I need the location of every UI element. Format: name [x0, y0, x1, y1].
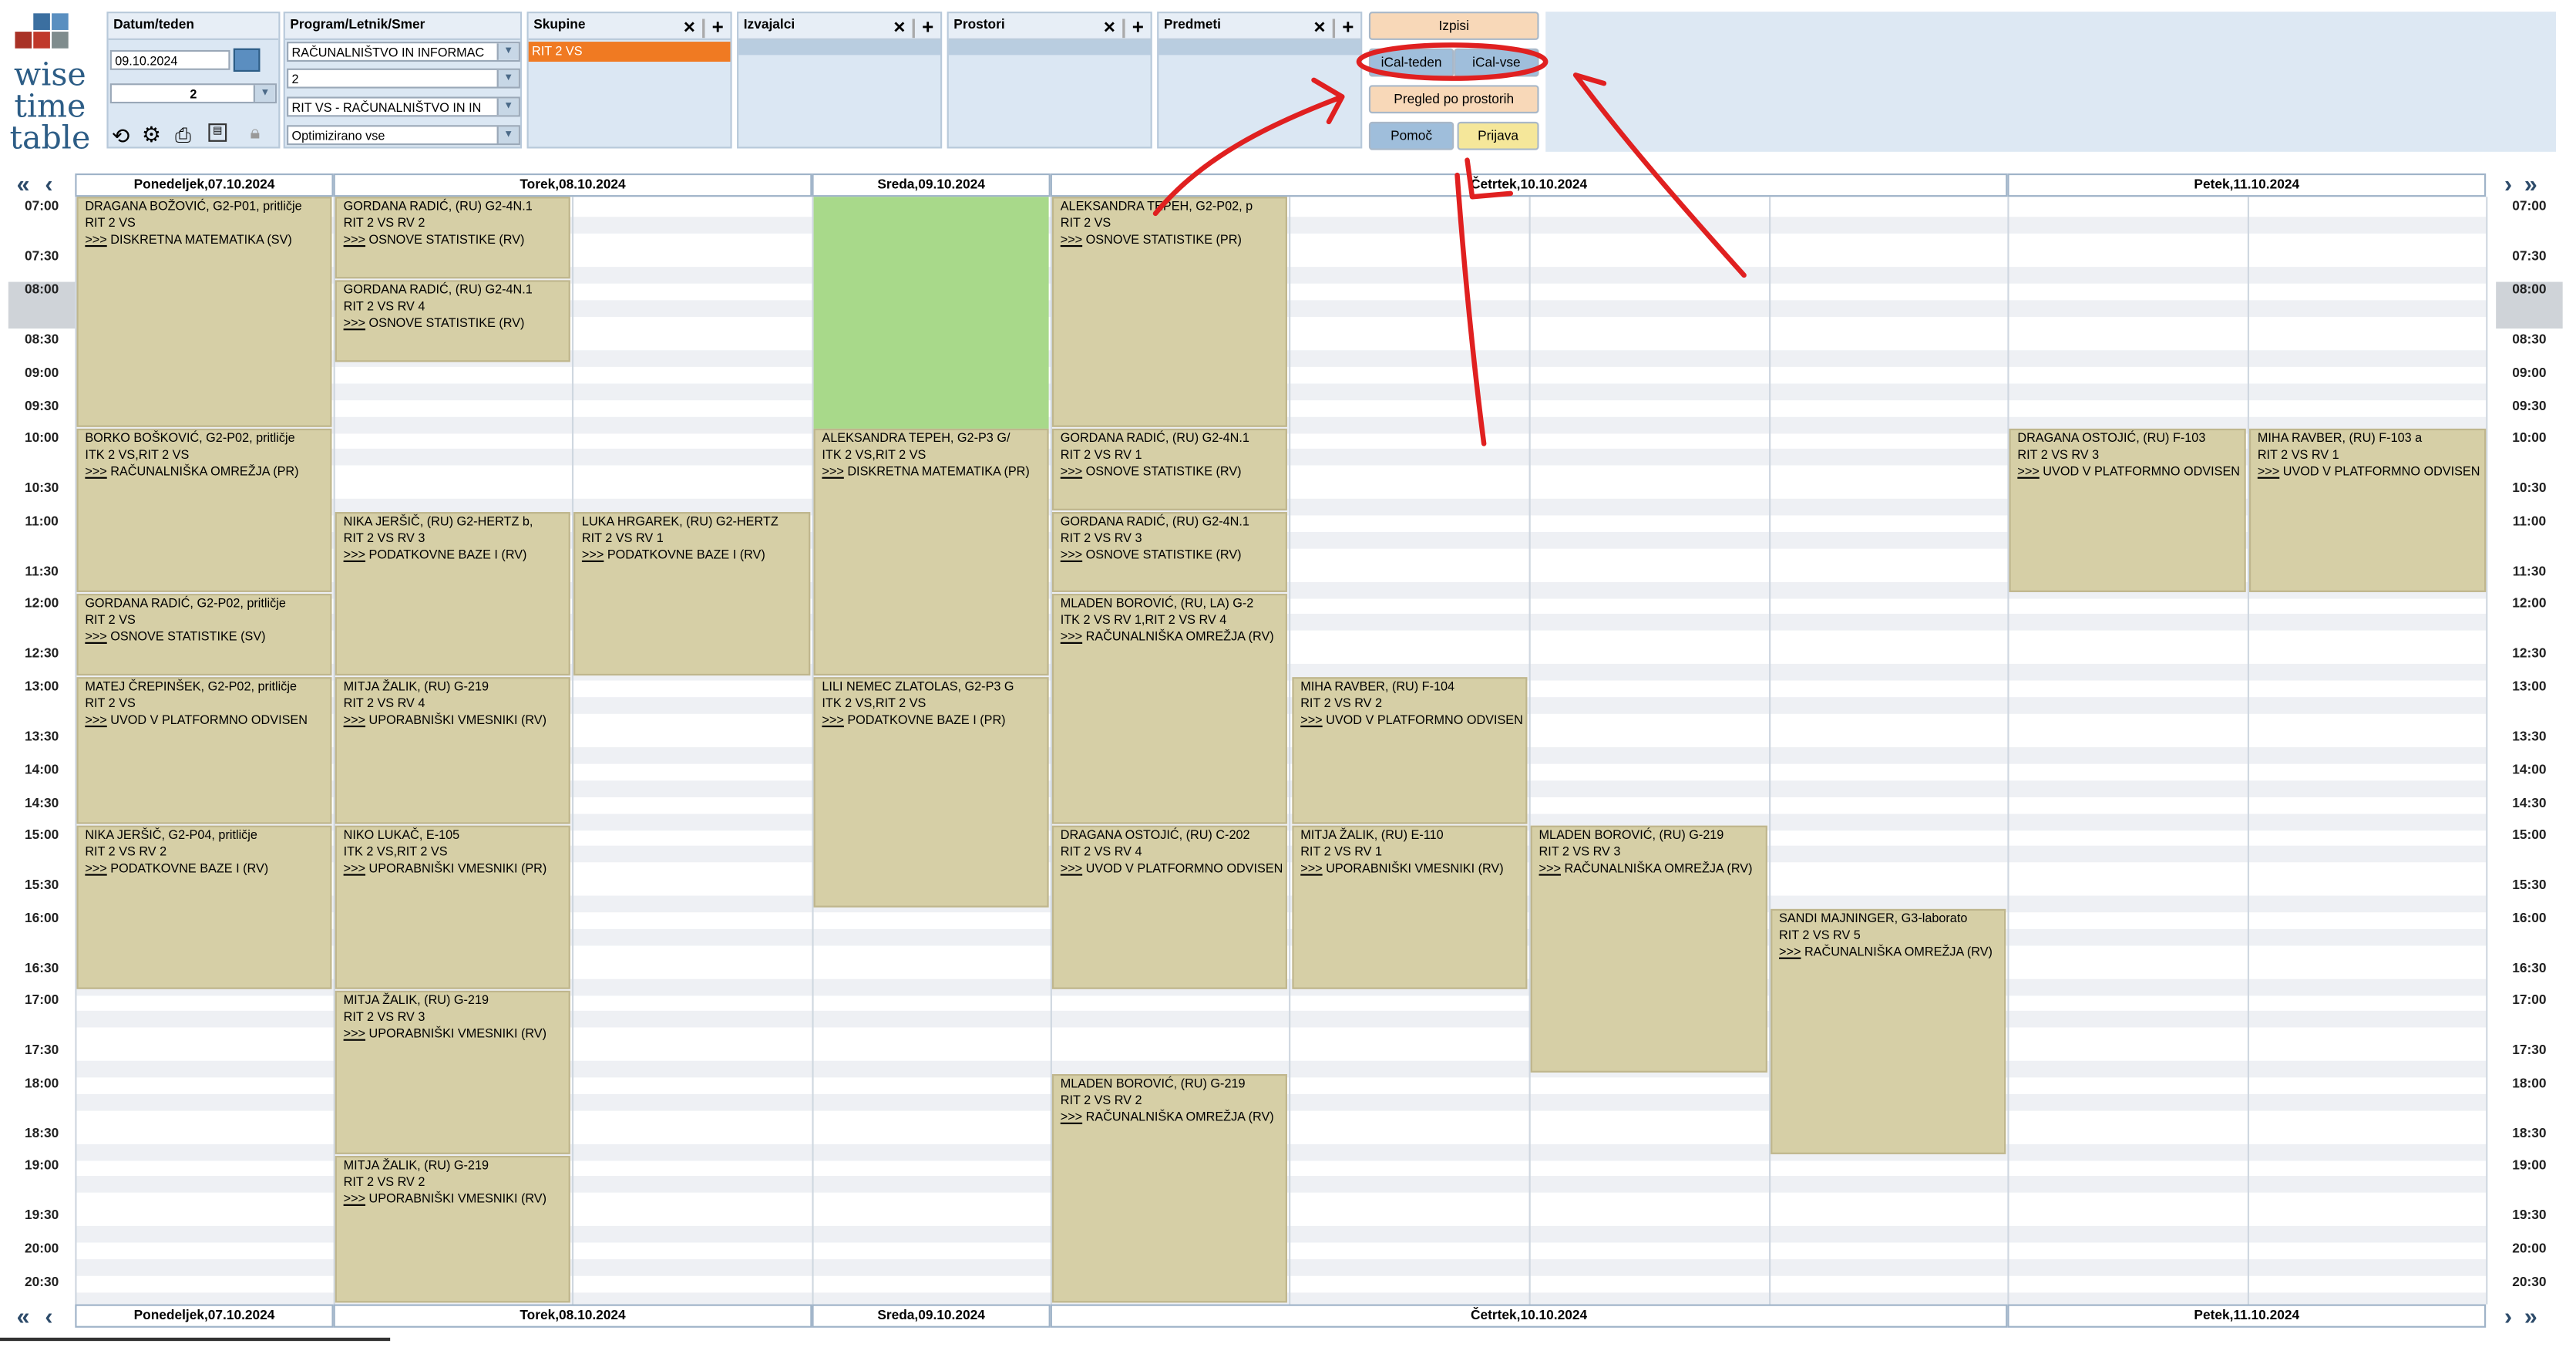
timetable-app: wise time table Datum/teden 09.10.2024 2…: [0, 0, 2576, 1354]
annotation-overlay: [1152, 42, 1747, 446]
annotation-arrow-middle: [1454, 157, 1514, 446]
annotation-arrow-right: [1572, 72, 1747, 278]
annotation-ellipse: [1356, 42, 1549, 81]
annotation-arrow-left: [1152, 77, 1345, 217]
